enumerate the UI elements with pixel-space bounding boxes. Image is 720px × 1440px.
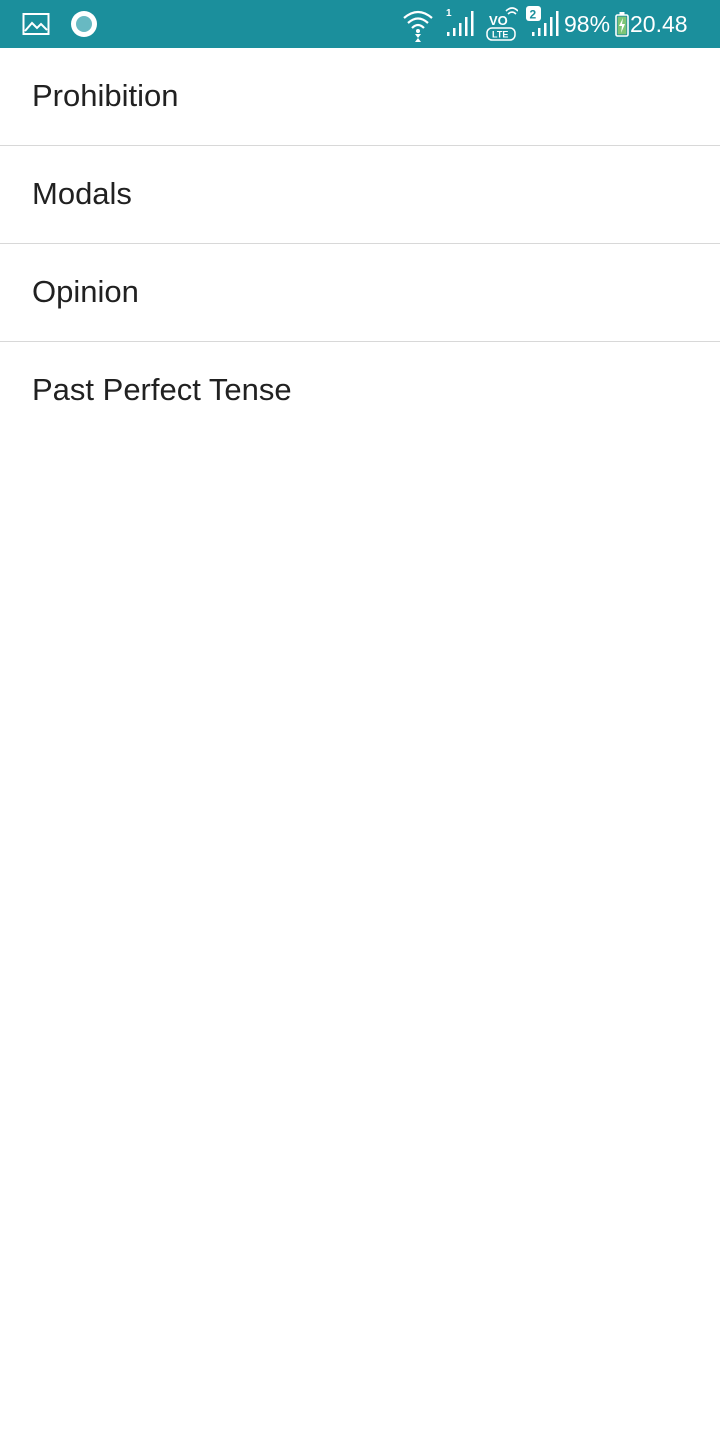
- list-item-prohibition[interactable]: Prohibition: [0, 48, 720, 146]
- list-item-label: Prohibition: [32, 78, 179, 113]
- signal-sim2-icon: 2: [526, 6, 559, 36]
- list-item-label: Opinion: [32, 274, 139, 309]
- list-item-modals[interactable]: Modals: [0, 146, 720, 244]
- list-item-opinion[interactable]: Opinion: [0, 244, 720, 342]
- status-bar: 1 VO LTE 2 98% 20.48: [0, 0, 720, 48]
- circle-app-icon: [71, 11, 97, 37]
- volte-icon: VO LTE: [486, 7, 518, 41]
- sim1-label: 1: [446, 8, 452, 19]
- volte-label-top: VO: [489, 13, 508, 28]
- signal-sim1-icon: 1: [446, 8, 474, 36]
- battery-percent: 98%: [564, 11, 611, 37]
- lesson-list: Prohibition Modals Opinion Past Perfect …: [0, 48, 720, 439]
- list-item-label: Past Perfect Tense: [32, 372, 292, 407]
- status-clock: 20.48: [630, 11, 688, 37]
- sim2-label: 2: [530, 8, 537, 22]
- list-item-label: Modals: [32, 176, 132, 211]
- volte-label-bottom: LTE: [492, 30, 508, 40]
- battery-charging-icon: [615, 12, 629, 37]
- list-item-past-perfect-tense[interactable]: Past Perfect Tense: [0, 342, 720, 439]
- gallery-icon: [22, 13, 50, 35]
- wifi-icon: [403, 10, 433, 42]
